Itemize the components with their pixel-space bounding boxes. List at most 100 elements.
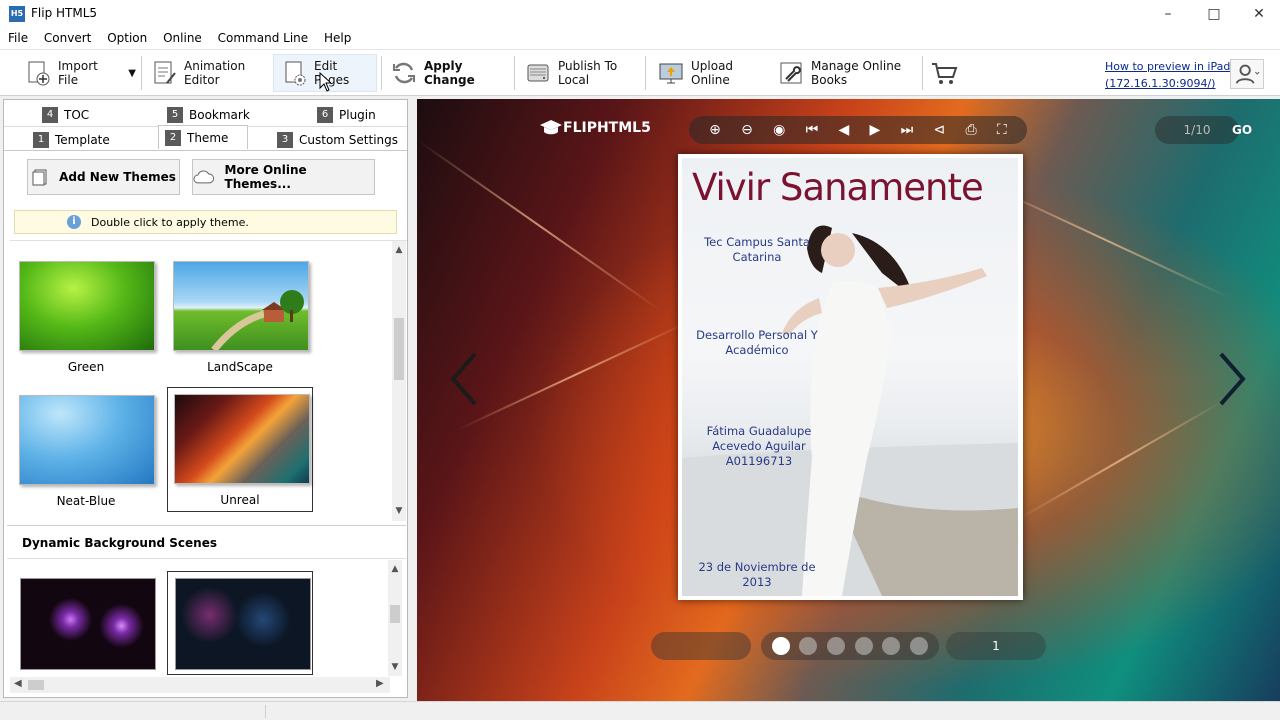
autoplay-icon[interactable]: ◉ [773,122,785,138]
user-account-button[interactable] [1230,59,1264,89]
scrollbar-thumb[interactable] [394,318,404,380]
chevron-down-icon[interactable]: ▼ [128,68,136,79]
thumbnail-toggle[interactable] [651,632,751,660]
manage-online-books-label: Manage Online Books [811,59,902,87]
scroll-down-icon[interactable]: ▼ [388,662,402,672]
theme-thumbnail [173,261,309,351]
menu-convert[interactable]: Convert [40,28,95,49]
import-file-icon [28,61,50,86]
scrollbar-thumb[interactable] [28,680,44,690]
toolbar-separator [922,56,923,90]
toolbar-separator [645,56,646,90]
upload-online-button[interactable]: Upload Online [657,54,765,92]
theme-card-neat-blue[interactable]: Neat-Blue [13,389,159,514]
chevron-left-icon[interactable] [449,352,479,406]
tab-bar-border [4,150,407,151]
page-dot[interactable] [827,637,846,655]
scroll-down-icon[interactable]: ▼ [392,506,406,516]
mouse-cursor-icon [319,72,331,92]
menu-option[interactable]: Option [103,28,151,49]
last-page-icon[interactable]: ⏭ [901,122,914,138]
theme-name: Unreal [220,493,260,507]
apply-change-label: Apply Change [424,59,475,87]
next-page-icon[interactable]: ▶ [870,122,881,138]
background-streak [456,319,694,431]
maximize-button[interactable]: □ [1191,0,1237,28]
shopping-cart-button[interactable] [930,54,964,92]
book-page[interactable]: Vivir Sanamente Tec Campus Santa Catarin… [678,154,1023,600]
zoom-in-icon[interactable]: ⊕ [709,122,721,138]
scroll-up-icon[interactable]: ▲ [392,245,406,255]
theme-card-landscape[interactable]: LandScape [167,255,313,380]
previous-page-icon[interactable]: ◀ [838,122,849,138]
minimize-button[interactable]: – [1145,0,1191,28]
page-number-input[interactable]: 1/10 [1155,116,1239,144]
import-file-button[interactable]: Import File ▼ [24,54,136,92]
page-dot[interactable] [799,637,818,655]
tab-template[interactable]: 1 Template [33,128,110,152]
hint-bar: i Double click to apply theme. [14,210,397,234]
theme-card-unreal[interactable]: Unreal [167,387,313,512]
print-icon[interactable]: ⎙ [965,122,976,138]
scenes-scrollbar[interactable]: ▲ ▼ [388,560,402,676]
theme-name: Green [67,360,105,374]
scene-card-fireworks-dark[interactable] [167,571,313,675]
scenes-horizontal-scrollbar[interactable]: ◀ ▶ [10,677,390,693]
tab-theme[interactable]: 2 Theme [158,125,248,149]
menu-command-line[interactable]: Command Line [214,28,313,49]
scrollbar-thumb[interactable] [390,605,400,623]
first-page-icon[interactable]: ⏮ [806,122,819,138]
scroll-right-icon[interactable]: ▶ [376,678,384,689]
menu-file[interactable]: File [4,28,32,49]
apply-change-button[interactable]: Apply Change [390,54,508,92]
page-dots [761,632,939,660]
menu-online[interactable]: Online [159,28,206,49]
menu-help[interactable]: Help [320,28,355,49]
chevron-right-icon[interactable] [1217,352,1247,406]
hard-drive-icon [527,64,549,82]
add-new-themes-button[interactable]: Add New Themes [27,159,180,195]
tab-label: Template [55,133,110,147]
close-button[interactable]: ✕ [1236,0,1280,28]
go-button[interactable]: GO [1232,116,1252,144]
cover-author: Fátima Guadalupe Acevedo Aguilar A011967… [706,424,812,468]
add-new-themes-label: Add New Themes [59,170,176,184]
edit-pages-icon [285,61,306,86]
theme-list-scrollbar[interactable]: ▲ ▼ [392,241,406,521]
window-title: Flip HTML5 [31,6,98,20]
ipad-preview-link-line2[interactable]: (172.16.1.30:9094/) [1105,75,1230,92]
book-title: Vivir Sanamente [692,166,984,209]
scroll-up-icon[interactable]: ▲ [388,564,402,574]
scroll-left-icon[interactable]: ◀ [14,678,22,689]
tab-label: Theme [187,130,229,145]
tab-bookmark[interactable]: 5 Bookmark [167,103,250,127]
tab-custom-settings[interactable]: 3 Custom Settings [277,128,398,152]
graduation-cap-icon [540,120,562,135]
page-dot[interactable] [854,637,873,655]
publish-to-local-button[interactable]: Publish To Local [524,54,638,92]
zoom-out-icon[interactable]: ⊖ [741,122,753,138]
animation-editor-button[interactable]: Animation Editor [150,54,268,92]
hint-text: Double click to apply theme. [91,215,249,229]
theme-card-green[interactable]: Green [13,255,159,380]
page-dot[interactable] [882,637,901,655]
ipad-preview-link[interactable]: How to preview in iPad (172.16.1.30:9094… [1105,58,1230,92]
landscape-house-illustration [211,290,304,350]
more-online-themes-button[interactable]: More Online Themes... [192,159,375,195]
shopping-cart-icon [932,63,958,84]
tab-number: 4 [42,107,58,123]
page-dot[interactable] [910,637,929,655]
tab-plugin[interactable]: 6 Plugin [317,103,376,127]
manage-online-books-button[interactable]: Manage Online Books [777,54,917,92]
scene-card-fireworks-purple[interactable] [17,575,163,675]
share-icon[interactable]: ⊲ [933,122,945,138]
fullscreen-icon[interactable]: ⛶ [997,122,1007,138]
tab-label: TOC [64,108,90,122]
background-streak [1016,399,1226,521]
ipad-preview-link-line1[interactable]: How to preview in iPad [1105,58,1230,75]
tab-toc[interactable]: 4 TOC [42,103,89,127]
tab-number: 5 [167,107,183,123]
theme-thumbnail [19,261,155,351]
theme-thumbnail [19,395,155,485]
page-dot[interactable] [771,637,790,655]
